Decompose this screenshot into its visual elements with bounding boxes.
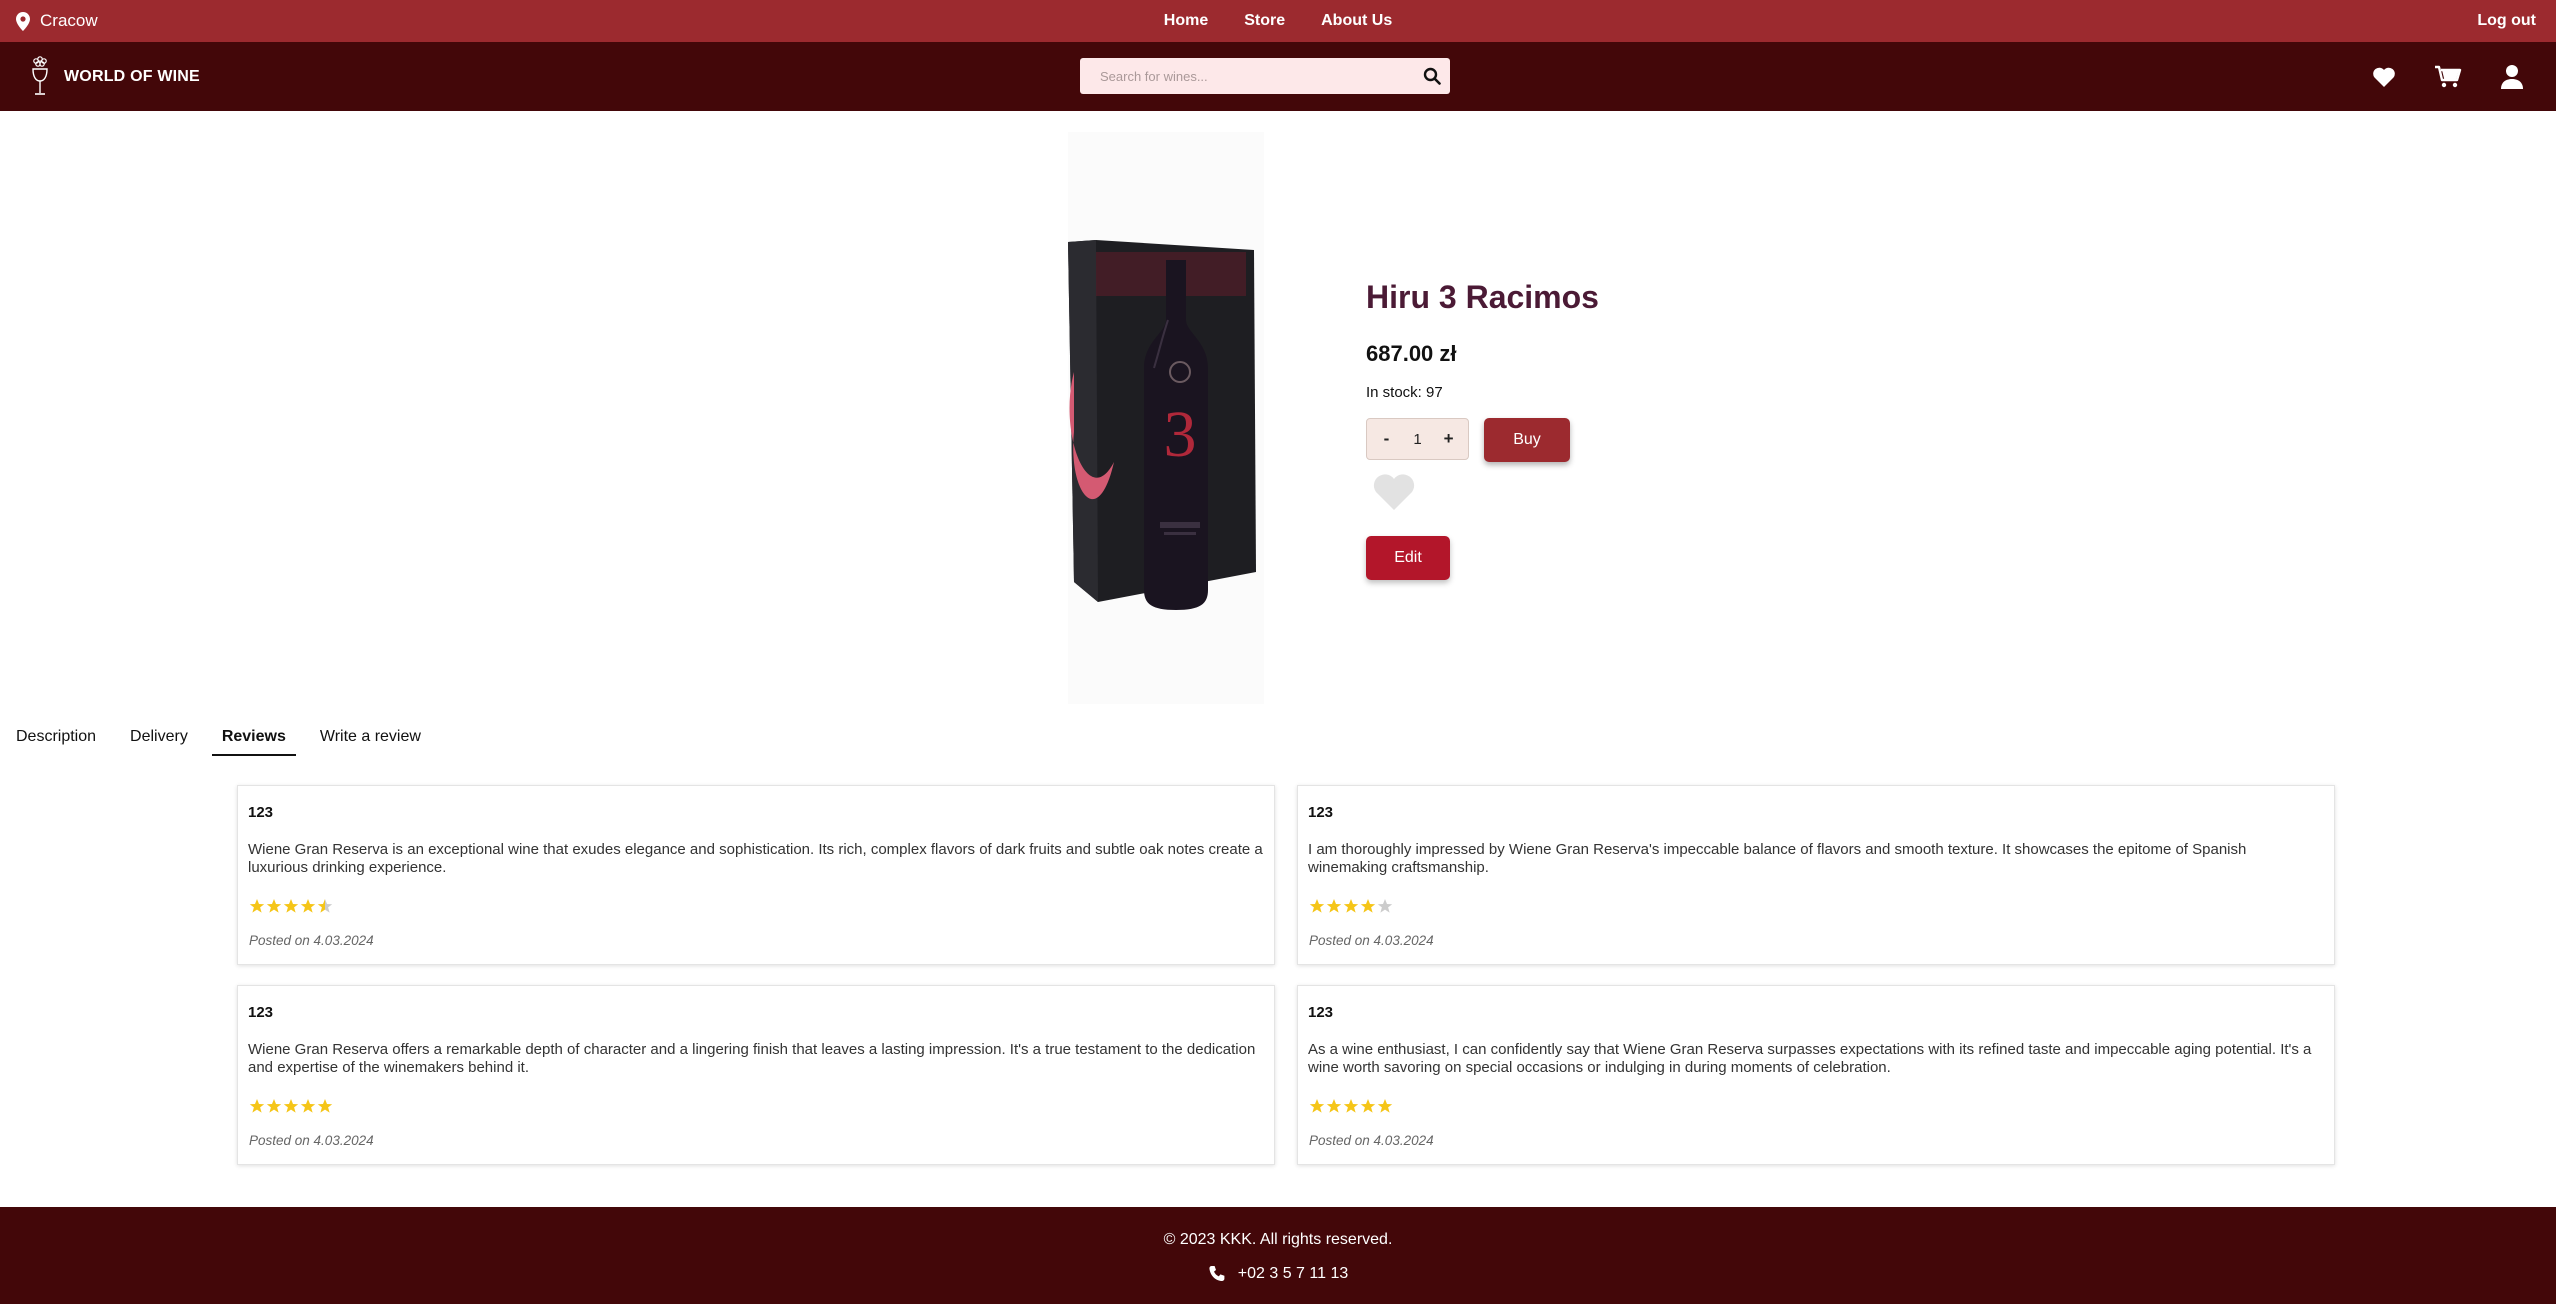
tab-reviews[interactable]: Reviews [211,722,296,756]
search-bar [1080,58,1450,94]
stock-status: In stock: 97 [1366,384,1443,401]
top-bar: Cracow Home Store About Us Log out [0,0,2556,42]
review-text: Wiene Gran Reserva offers a remarkable d… [248,1041,1256,1076]
product-tabs: Description Delivery Reviews Write a rev… [16,722,455,756]
tab-delivery[interactable]: Delivery [130,722,188,756]
star-icon [283,1099,299,1113]
review-date: Posted on 4.03.2024 [249,933,374,948]
star-icon [1360,1099,1376,1113]
review-date: Posted on 4.03.2024 [249,1133,374,1148]
header: WORLD OF WINE [0,42,2556,111]
svg-text:3: 3 [1164,398,1197,471]
search-icon[interactable] [1414,58,1450,94]
product-image: 3 [1068,132,1264,704]
brand-logo[interactable]: WORLD OF WINE [28,54,200,100]
review-card: 123 As a wine enthusiast, I can confiden… [1297,985,2335,1165]
location: Cracow [16,0,98,42]
tab-description[interactable]: Description [16,722,96,756]
star-icon [1360,899,1376,913]
star-icon [317,1099,333,1113]
review-author: 123 [1308,1004,1334,1021]
quantity-stepper: - 1 + [1366,418,1469,460]
star-icon [249,899,265,913]
review-text: Wiene Gran Reserva is an exceptional win… [248,841,1263,876]
location-label: Cracow [40,11,98,30]
logout-link[interactable]: Log out [2477,0,2536,42]
quantity-value: 1 [1413,430,1422,448]
nav-about-us[interactable]: About Us [1321,0,1392,42]
copyright-text: © 2023 KKK. All rights reserved. [1163,1231,1393,1248]
review-card: 123 Wiene Gran Reserva is an exceptional… [237,785,1275,965]
star-icon [283,899,299,913]
product-price: 687.00 zł [1366,341,1457,366]
nav-home[interactable]: Home [1164,0,1208,42]
main-nav: Home Store About Us [0,0,2556,42]
heart-outline-icon [1373,474,1415,510]
nav-store[interactable]: Store [1244,0,1285,42]
star-icon [1326,899,1342,913]
wine-glass-grapes-icon [32,56,48,95]
star-icon [300,1099,316,1113]
review-author: 123 [1308,804,1334,821]
star-icon [317,899,333,913]
review-text: As a wine enthusiast, I can confidently … [1308,1041,2312,1076]
star-icon [1309,899,1325,913]
buy-button[interactable]: Buy [1484,418,1570,462]
star-icon [1377,1099,1393,1113]
map-pin-icon [16,11,30,31]
review-date: Posted on 4.03.2024 [1309,933,1434,948]
footer: © 2023 KKK. All rights reserved. +02 3 5… [0,1207,2556,1304]
star-icon [266,1099,282,1113]
review-author: 123 [248,1004,274,1021]
star-icon [300,899,316,913]
review-card: 123 Wiene Gran Reserva offers a remarkab… [237,985,1275,1165]
star-rating [1309,1098,1393,1114]
decrement-button[interactable]: - [1374,429,1398,449]
user-icon[interactable] [2498,63,2526,91]
star-icon [1326,1099,1342,1113]
star-icon [1377,899,1393,913]
review-text: I am thoroughly impressed by Wiene Gran … [1308,841,2247,876]
star-icon [266,899,282,913]
heart-icon[interactable] [2370,63,2398,91]
star-icon [1343,899,1359,913]
header-actions [2370,42,2526,111]
star-rating [1309,898,1393,914]
search-input[interactable] [1080,58,1414,94]
review-card: 123 I am thoroughly impressed by Wiene G… [1297,785,2335,965]
reviews-list: 123 Wiene Gran Reserva is an exceptional… [237,785,2335,1165]
star-rating [249,1098,333,1114]
product-info: Hiru 3 Racimos 687.00 zł In stock: 97 - … [1366,275,1599,580]
star-icon [1309,1099,1325,1113]
add-to-favorites-button[interactable] [1372,472,1416,512]
review-author: 123 [248,804,274,821]
review-date: Posted on 4.03.2024 [1309,1133,1434,1148]
phone-number: +02 3 5 7 11 13 [1237,1265,1349,1282]
star-icon [249,1099,265,1113]
tab-write-a-review[interactable]: Write a review [320,722,421,756]
star-icon [1343,1099,1359,1113]
cart-icon[interactable] [2434,63,2462,91]
brand-name: WORLD OF WINE [64,68,200,85]
phone-contact: +02 3 5 7 11 13 [0,1265,2556,1283]
wine-bottle-image: 3 [1068,132,1264,704]
phone-icon [1209,1266,1225,1281]
star-rating [249,898,333,914]
product-title: Hiru 3 Racimos [1366,279,1599,315]
increment-button[interactable]: + [1437,429,1461,449]
edit-button[interactable]: Edit [1366,536,1450,580]
